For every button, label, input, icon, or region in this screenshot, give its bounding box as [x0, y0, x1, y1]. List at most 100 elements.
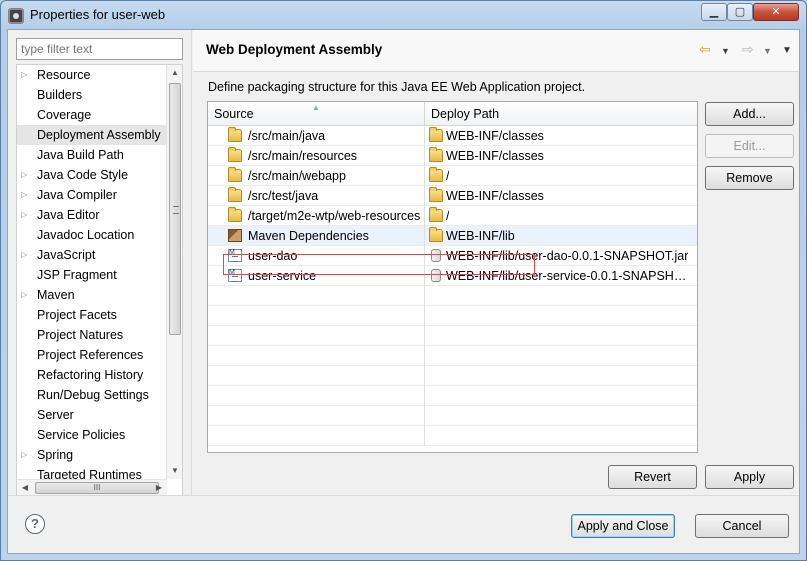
empty-table-row — [208, 406, 697, 426]
edit-button[interactable]: Edit... — [705, 134, 794, 158]
expand-arrow-icon[interactable]: ▷ — [21, 185, 31, 205]
scroll-right-arrow-icon[interactable]: ▶ — [151, 480, 167, 495]
page-description: Define packaging structure for this Java… — [208, 80, 586, 94]
scroll-thumb[interactable] — [169, 83, 181, 335]
source-text: user-service — [248, 269, 317, 283]
tree-item[interactable]: ▷ Java Compiler — [17, 185, 167, 205]
deploy-path-cell: WEB-INF/classes — [425, 126, 697, 146]
deploy-path-text: WEB-INF/lib/user-dao-0.0.1-SNAPSHOT.jar — [446, 249, 689, 263]
column-header-deploy-path[interactable]: Deploy Path — [425, 102, 697, 126]
table-row[interactable]: /src/test/java WEB-INF/classes — [208, 186, 697, 206]
tree-item-label: Maven — [37, 288, 75, 302]
jar-icon — [431, 269, 441, 282]
tree-item[interactable]: JSP Fragment — [17, 265, 167, 285]
tree-item[interactable]: Service Policies — [17, 425, 167, 445]
tree-horizontal-scrollbar[interactable]: ◀ III ▶ — [17, 479, 167, 495]
column-header-source[interactable]: Source ▲ — [208, 102, 425, 126]
back-history-dropdown-icon[interactable]: ▼ — [721, 43, 730, 59]
empty-table-row — [208, 366, 697, 386]
deploy-path-text: / — [446, 169, 450, 183]
tree-item[interactable]: Javadoc Location — [17, 225, 167, 245]
forward-arrow-icon[interactable]: ⇨ — [742, 41, 754, 57]
tree-item-label: Java Code Style — [37, 168, 129, 182]
revert-button[interactable]: Revert — [608, 465, 697, 489]
scroll-thumb-horizontal[interactable]: III — [35, 482, 159, 494]
source-cell — [208, 326, 425, 346]
column-header-source-label: Source — [214, 107, 254, 121]
source-text: /src/main/webapp — [248, 169, 346, 183]
deploy-path-text: WEB-INF/classes — [446, 189, 544, 203]
tree-item[interactable]: Coverage — [17, 105, 167, 125]
tree-item[interactable]: Deployment Assembly — [17, 125, 167, 145]
tree-item[interactable]: ▷ Java Code Style — [17, 165, 167, 185]
deploy-path-cell: WEB-INF/lib/user-service-0.0.1-SNAPSHOT.… — [425, 266, 697, 286]
tree-item[interactable]: Server — [17, 405, 167, 425]
table-row[interactable]: /src/main/webapp / — [208, 166, 697, 186]
folder-icon — [429, 207, 443, 222]
empty-table-row — [208, 426, 697, 446]
expand-arrow-icon[interactable]: ▷ — [21, 65, 31, 85]
grip-icon — [173, 206, 179, 214]
tree-item[interactable]: Project Natures — [17, 325, 167, 345]
tree-item[interactable]: Project References — [17, 345, 167, 365]
deploy-path-cell: / — [425, 206, 697, 226]
deploy-path-cell: WEB-INF/lib — [425, 226, 697, 246]
table-row[interactable]: /src/main/java WEB-INF/classes — [208, 126, 697, 146]
source-text: Maven Dependencies — [248, 229, 369, 243]
remove-button[interactable]: Remove — [705, 166, 794, 190]
back-arrow-icon[interactable]: ⇦ — [699, 41, 711, 57]
sort-ascending-icon: ▲ — [312, 103, 320, 112]
library-icon — [228, 229, 242, 242]
table-row[interactable]: Muser-service WEB-INF/lib/user-service-0.… — [208, 266, 697, 286]
tree-item[interactable]: Java Build Path — [17, 145, 167, 165]
tree-vertical-scrollbar[interactable]: ▲ ▼ — [166, 65, 182, 479]
tree-item[interactable]: Refactoring History — [17, 365, 167, 385]
tree-item-label: JSP Fragment — [37, 268, 117, 282]
scroll-down-arrow-icon[interactable]: ▼ — [167, 463, 182, 479]
deploy-path-cell — [425, 306, 697, 326]
deploy-path-text: WEB-INF/lib/user-service-0.0.1-SNAPSHOT.… — [446, 269, 694, 283]
expand-arrow-icon[interactable]: ▷ — [21, 205, 31, 225]
source-cell — [208, 406, 425, 426]
folder-icon — [228, 127, 242, 142]
source-cell — [208, 386, 425, 406]
expand-arrow-icon[interactable]: ▷ — [21, 285, 31, 305]
filter-input[interactable] — [16, 38, 183, 60]
tree-item[interactable]: ▷ Maven — [17, 285, 167, 305]
source-cell: /src/main/resources — [208, 146, 425, 166]
tree-item-label: Spring — [37, 448, 74, 462]
forward-history-dropdown-icon[interactable]: ▼ — [763, 43, 772, 59]
tree-item[interactable]: ▷ Spring — [17, 445, 167, 465]
tree-item[interactable]: ▷ JavaScript — [17, 245, 167, 265]
property-page-tree: Targeted Runtimes ▷ Spring Service Policies… — [16, 64, 183, 496]
table-row[interactable]: Muser-dao WEB-INF/lib/user-dao-0.0.1-SNAP… — [208, 246, 697, 266]
tree-item[interactable]: ▷ Resource — [17, 65, 167, 85]
scroll-left-arrow-icon[interactable]: ◀ — [17, 480, 33, 495]
apply-button[interactable]: Apply — [705, 465, 794, 489]
cancel-button[interactable]: Cancel — [695, 514, 789, 538]
panel-divider[interactable] — [191, 30, 192, 495]
expand-arrow-icon[interactable]: ▷ — [21, 445, 31, 465]
tree-item[interactable]: Builders — [17, 85, 167, 105]
expand-arrow-icon[interactable]: ▷ — [21, 165, 31, 185]
table-row[interactable]: Maven Dependencies WEB-INF/lib — [208, 226, 697, 246]
tree-item[interactable]: Run/Debug Settings — [17, 385, 167, 405]
maximize-button[interactable]: ▢ — [727, 3, 753, 21]
minimize-button[interactable]: ▁ — [701, 3, 727, 21]
title-bar: Properties for user-web ▁ ▢ ✕ — [1, 1, 806, 29]
tree-item[interactable]: Project Facets — [17, 305, 167, 325]
tree-item[interactable]: ▷ Java Editor — [17, 205, 167, 225]
add-button[interactable]: Add... — [705, 102, 794, 126]
table-row[interactable]: /target/m2e-wtp/web-resources / — [208, 206, 697, 226]
table-row[interactable]: /src/main/resources WEB-INF/classes — [208, 146, 697, 166]
apply-and-close-button[interactable]: Apply and Close — [571, 514, 675, 538]
expand-arrow-icon[interactable]: ▷ — [21, 245, 31, 265]
tree-item-label: Run/Debug Settings — [37, 388, 149, 402]
view-menu-icon[interactable]: ▼ — [782, 43, 792, 59]
close-button[interactable]: ✕ — [753, 3, 799, 21]
source-cell: /src/main/java — [208, 126, 425, 146]
window-title: Properties for user-web — [30, 7, 166, 22]
help-icon[interactable]: ? — [25, 514, 45, 534]
table-header: Source ▲ Deploy Path — [208, 102, 697, 126]
scroll-up-arrow-icon[interactable]: ▲ — [167, 65, 182, 81]
